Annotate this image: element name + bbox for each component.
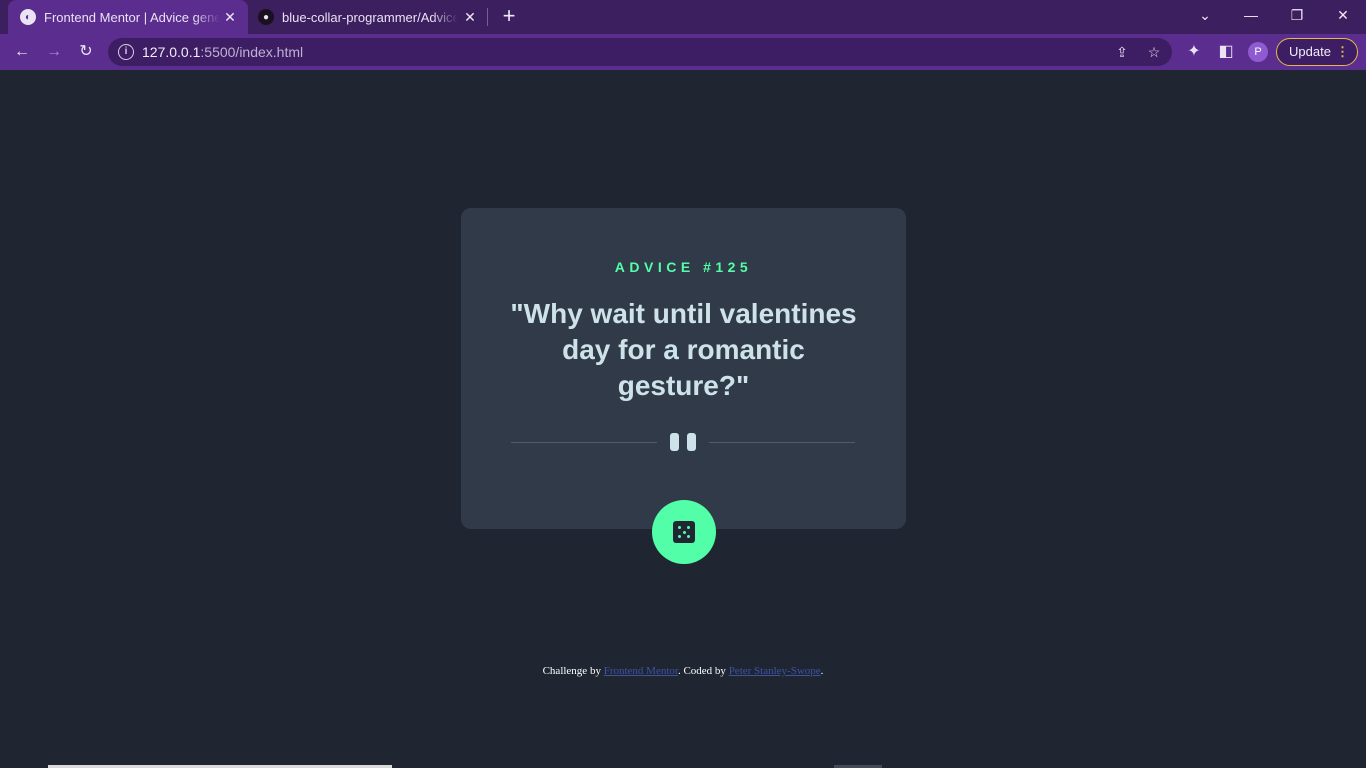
restore-button[interactable]: ❐ — [1282, 4, 1312, 26]
author-link[interactable]: Peter Stanley-Swope — [729, 665, 821, 677]
profile-avatar[interactable]: P — [1248, 42, 1268, 62]
close-tab-icon[interactable]: ✕ — [222, 9, 238, 25]
tab-advice-generator[interactable]: ◐ Frontend Mentor | Advice generator app… — [8, 0, 248, 34]
back-arrow-icon[interactable]: ← — [10, 40, 34, 64]
advice-quote: "Why wait until valentines day for a rom… — [510, 298, 857, 401]
site-info-icon[interactable]: i — [118, 44, 134, 60]
update-label: Update — [1289, 44, 1331, 59]
divider-line-right — [709, 442, 855, 443]
frontend-mentor-link[interactable]: Frontend Mentor — [604, 665, 678, 677]
new-tab-button[interactable]: + — [498, 5, 520, 28]
share-icon[interactable]: ⇪ — [1113, 43, 1131, 61]
advice-id-label: ADVICE #125 — [614, 259, 753, 275]
divider-line-left — [511, 442, 657, 443]
close-window-button[interactable]: ✕ — [1328, 4, 1358, 26]
kebab-menu-icon[interactable]: ⋮ — [1336, 39, 1349, 65]
github-favicon-icon: ● — [258, 9, 274, 25]
attribution-footer: Challenge by Frontend Mentor. Coded by P… — [542, 665, 824, 677]
frontend-mentor-favicon-icon: ◐ — [20, 9, 36, 25]
close-tab-icon[interactable]: ✕ — [462, 9, 478, 25]
reload-icon[interactable]: ↻ — [74, 40, 98, 64]
browser-tab-bar: ◐ Frontend Mentor | Advice generator app… — [0, 0, 1366, 34]
tab-search-chevron-icon[interactable]: ⌄ — [1190, 4, 1220, 26]
dice-icon — [673, 521, 695, 543]
extensions-puzzle-icon[interactable]: ✦ — [1182, 40, 1206, 64]
tab-title: blue-collar-programmer/Advice-generator — [282, 9, 458, 25]
url-text[interactable]: 127.0.0.1:5500/index.html — [142, 44, 303, 60]
side-panel-icon[interactable]: ◧ — [1214, 40, 1238, 64]
bookmark-star-icon[interactable]: ☆ — [1145, 43, 1163, 61]
new-advice-button[interactable] — [652, 500, 716, 564]
tab-title: Frontend Mentor | Advice generator app — [44, 9, 220, 25]
tab-separator — [487, 8, 488, 26]
pause-divider-icon — [670, 433, 696, 451]
address-bar[interactable]: i 127.0.0.1:5500/index.html ⇪ ☆ — [108, 38, 1172, 66]
update-button[interactable]: Update ⋮ — [1276, 38, 1358, 66]
minimize-button[interactable]: — — [1236, 4, 1266, 26]
browser-toolbar: ← → ↻ i 127.0.0.1:5500/index.html ⇪ ☆ ✦ … — [0, 34, 1366, 70]
tab-github-repo[interactable]: ● blue-collar-programmer/Advice-generato… — [248, 0, 488, 34]
forward-arrow-icon[interactable]: → — [42, 40, 66, 64]
advice-card: ADVICE #125 "Why wait until valentines d… — [461, 208, 906, 529]
